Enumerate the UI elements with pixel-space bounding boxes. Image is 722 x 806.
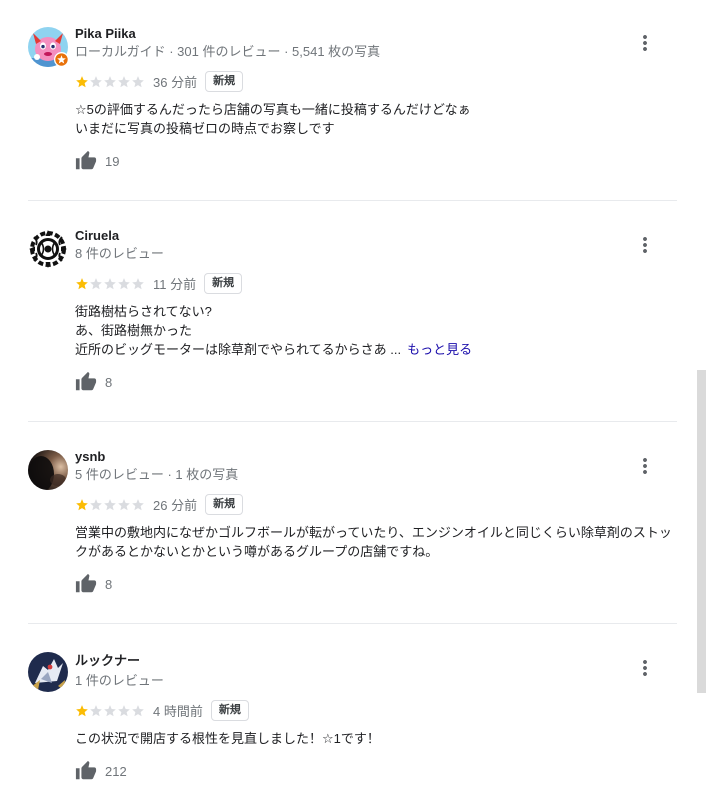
review-time: 4 時間前 [153,704,203,719]
review-text: ☆5の評価するんだったら店舗の写真も一緒に投稿するんだけどなぁ いまだに写真の投… [75,100,677,138]
more-link[interactable]: もっと見る [407,342,472,357]
review-time: 26 分前 [153,498,198,513]
like-count: 19 [105,153,120,169]
review-divider [28,421,677,422]
review-time: 36 分前 [153,75,198,90]
thumbs-up-icon[interactable] [75,150,97,172]
author-meta: 5 件のレビュー · 1 枚の写真 [75,467,239,482]
avatar-picture [28,652,68,692]
star-empty-icon [104,75,116,87]
more-options-button[interactable] [633,31,657,55]
review-card: Ciruela 8 件のレビュー 11 分前 新規 街路樹枯らされてない? あ、… [28,227,677,394]
star-empty-icon [118,75,130,87]
thumbs-up-icon[interactable] [75,573,97,595]
author-avatar[interactable] [28,450,68,490]
scrollbar-thumb[interactable] [697,370,706,693]
more-options-button[interactable] [633,454,657,478]
review-divider [28,200,677,201]
review-text-line: 街路樹枯らされてない? [75,304,212,319]
review-text-line: 近所のビッグモーターは除草剤でやられてるからさあ ... もっと見る [75,340,677,359]
star-empty-icon [90,498,102,510]
star-empty-icon [132,277,144,289]
review-text: 営業中の敷地内になぜかゴルフボールが転がっていたり、エンジンオイルと同じくらい除… [75,523,677,561]
review-text: 街路樹枯らされてない? あ、街路樹無かった 近所のビッグモーターは除草剤でやられ… [75,302,677,359]
star-rating [75,75,145,89]
author-name[interactable]: Ciruela [75,227,119,245]
rating-row: 4 時間前 新規 [75,700,677,721]
review-text-line: 営業中の敷地内になぜかゴルフボールが転がっていたり、エンジンオイルと同じくらい除… [75,525,672,559]
avatar-picture [28,229,68,269]
review-text-truncated: 近所のビッグモーターは除草剤でやられてるからさあ ... [75,342,402,357]
star-filled-icon [76,704,88,716]
rating-row: 11 分前 新規 [75,273,677,294]
star-rating [75,277,145,291]
star-empty-icon [118,498,130,510]
star-empty-icon [118,277,130,289]
star-filled-icon [76,277,88,289]
star-empty-icon [132,75,144,87]
star-rating [75,704,145,718]
rating-row: 26 分前 新規 [75,494,677,515]
star-filled-icon [76,498,88,510]
star-empty-icon [90,75,102,87]
more-vert-icon[interactable] [633,31,657,55]
star-empty-icon [90,704,102,716]
review-divider [28,623,677,624]
star-empty-icon [104,277,116,289]
like-count: 8 [105,576,113,592]
avatar-image[interactable] [28,229,68,269]
review-card: ルックナー 1 件のレビュー 4 時間前 新規 この状況で開店する根性を見直しま… [28,650,677,783]
more-vert-icon[interactable] [633,656,657,680]
star-empty-icon [90,277,102,289]
author-meta: 1 件のレビュー [75,673,164,688]
star-empty-icon [118,704,130,716]
like-button[interactable]: 19 [75,149,119,173]
avatar-picture [28,450,68,490]
more-vert-icon[interactable] [633,454,657,478]
thumbs-up-icon[interactable] [75,371,97,393]
like-button[interactable]: 8 [75,572,112,596]
star-empty-icon [104,704,116,716]
more-options-button[interactable] [633,233,657,257]
like-button[interactable]: 8 [75,370,112,394]
new-badge: 新規 [210,700,249,721]
author-avatar[interactable] [28,652,68,692]
review-text: この状況で開店する根性を見直しました！☆1です！ [75,729,677,748]
more-vert-icon[interactable] [633,233,657,257]
star-empty-icon [104,498,116,510]
review-card: Pika Piika ローカルガイド · 301 件のレビュー · 5,541 … [28,25,677,173]
review-time: 11 分前 [153,277,197,292]
local-guide-badge-icon [54,52,69,67]
star-empty-icon [132,704,144,716]
new-badge: 新規 [205,71,244,92]
like-count: 8 [105,374,113,390]
author-name[interactable]: Pika Piika [75,25,136,43]
avatar-image[interactable] [28,652,68,692]
review-list: Pika Piika ローカルガイド · 301 件のレビュー · 5,541 … [28,25,677,783]
author-name[interactable]: ルックナー [75,650,140,672]
like-button[interactable]: 212 [75,759,127,783]
star-rating [75,498,145,512]
review-text-line: この状況で開店する根性を見直しました！☆1です！ [75,731,380,746]
author-meta: 8 件のレビュー [75,246,164,261]
more-options-button[interactable] [633,656,657,680]
like-count: 212 [105,763,127,779]
review-text-line: いまだに写真の投稿ゼロの時点でお察しです [75,121,335,136]
review-text-line: ☆5の評価するんだったら店舗の写真も一緒に投稿するんだけどなぁ [75,102,471,117]
author-avatar[interactable] [28,229,68,269]
author-meta: ローカルガイド · 301 件のレビュー · 5,541 枚の写真 [75,44,381,59]
star-filled-icon [76,75,88,87]
author-avatar[interactable] [28,27,69,67]
star-empty-icon [132,498,144,510]
thumbs-up-icon[interactable] [75,760,97,782]
review-card: ysnb 5 件のレビュー · 1 枚の写真 26 分前 新規 営業中の敷地内に… [28,448,677,596]
author-name[interactable]: ysnb [75,448,105,466]
rating-row: 36 分前 新規 [75,71,677,92]
new-badge: 新規 [204,273,243,294]
review-text-line: あ、街路樹無かった [75,323,193,338]
new-badge: 新規 [205,494,244,515]
avatar-image[interactable] [28,450,68,490]
